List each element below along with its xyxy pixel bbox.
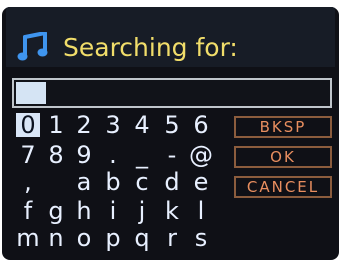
- key-d[interactable]: d: [160, 170, 184, 194]
- key-r[interactable]: r: [160, 226, 184, 250]
- key-i[interactable]: i: [101, 199, 125, 223]
- key-l[interactable]: l: [189, 199, 213, 223]
- key-1[interactable]: 1: [44, 113, 68, 137]
- key-comma[interactable]: ,: [16, 170, 40, 194]
- key-6[interactable]: 6: [189, 113, 213, 137]
- key-s[interactable]: s: [189, 226, 213, 250]
- key-f[interactable]: f: [16, 199, 40, 223]
- key-p[interactable]: p: [101, 226, 125, 250]
- key-hyphen[interactable]: -: [160, 143, 184, 167]
- key-0[interactable]: 0: [16, 113, 40, 137]
- key-b[interactable]: b: [101, 170, 125, 194]
- key-c[interactable]: c: [130, 170, 154, 194]
- key-a[interactable]: a: [72, 170, 96, 194]
- key-3[interactable]: 3: [101, 113, 125, 137]
- key-period[interactable]: .: [101, 143, 125, 167]
- key-o[interactable]: o: [72, 226, 96, 250]
- ok-button[interactable]: OK: [234, 146, 332, 168]
- key-j[interactable]: j: [130, 199, 154, 223]
- key-q[interactable]: q: [130, 226, 154, 250]
- key-7[interactable]: 7: [16, 143, 40, 167]
- key-at[interactable]: @: [189, 143, 213, 167]
- key-underscore[interactable]: _: [130, 143, 154, 167]
- key-9[interactable]: 9: [72, 143, 96, 167]
- key-n[interactable]: n: [44, 226, 68, 250]
- key-g[interactable]: g: [44, 199, 68, 223]
- backspace-button[interactable]: BKSP: [234, 116, 332, 138]
- key-8[interactable]: 8: [44, 143, 68, 167]
- key-e[interactable]: e: [189, 170, 213, 194]
- key-2[interactable]: 2: [72, 113, 96, 137]
- key-m[interactable]: m: [16, 226, 40, 250]
- cancel-button[interactable]: CANCEL: [234, 176, 332, 198]
- key-h[interactable]: h: [72, 199, 96, 223]
- key-5[interactable]: 5: [160, 113, 184, 137]
- key-4[interactable]: 4: [130, 113, 154, 137]
- key-k[interactable]: k: [160, 199, 184, 223]
- radio-display: Searching for: 0 1 2 3 4 5 6 7 8 9 . _ -…: [2, 7, 339, 260]
